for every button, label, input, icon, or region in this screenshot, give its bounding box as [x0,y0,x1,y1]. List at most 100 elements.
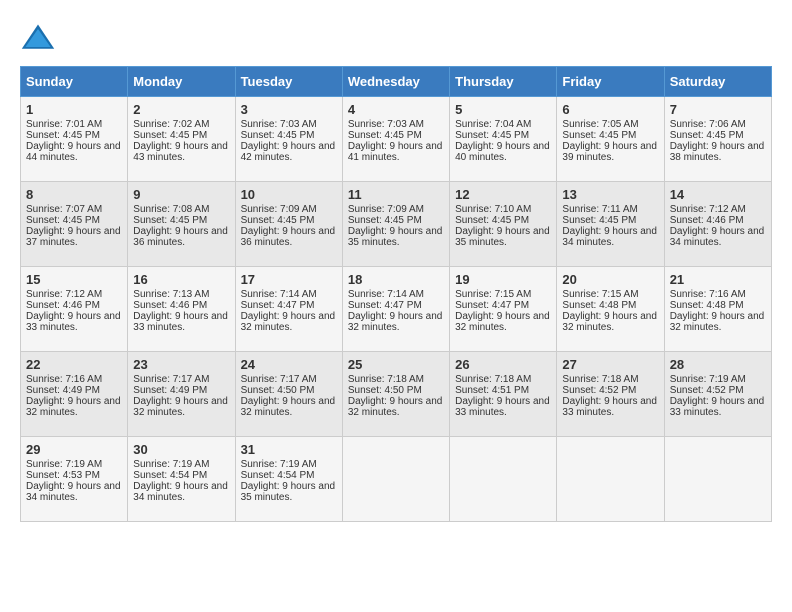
sunrise-text: Sunrise: 7:10 AM [455,204,551,215]
week-row-1: 1Sunrise: 7:01 AMSunset: 4:45 PMDaylight… [21,97,772,182]
week-row-5: 29Sunrise: 7:19 AMSunset: 4:53 PMDayligh… [21,437,772,522]
calendar-cell: 3Sunrise: 7:03 AMSunset: 4:45 PMDaylight… [235,97,342,182]
sunset-text: Sunset: 4:48 PM [670,300,766,311]
calendar-cell: 16 Sunrise: 7:13 AMSunset: 4:46 PMDayligh… [128,267,235,352]
sunrise-text: Sunrise: 7:06 AM [670,119,766,130]
sunset-text: Sunset: 4:45 PM [26,130,122,141]
calendar-cell: 19Sunrise: 7:15 AMSunset: 4:47 PMDayligh… [450,267,557,352]
calendar-table: SundayMondayTuesdayWednesdayThursdayFrid… [20,66,772,522]
day-number: 1 [26,102,122,117]
sunrise-text: Sunrise: 7:18 AM [348,374,444,385]
sunrise-text: Sunrise: 7:05 AM [562,119,658,130]
calendar-cell: 5Sunrise: 7:04 AMSunset: 4:45 PMDaylight… [450,97,557,182]
week-row-4: 22Sunrise: 7:16 AMSunset: 4:49 PMDayligh… [21,352,772,437]
sunset-text: Sunset: 4:45 PM [348,130,444,141]
sunset-text: Sunset: 4:51 PM [455,385,551,396]
daylight-text: Daylight: 9 hours and 36 minutes. [241,226,337,248]
day-number: 19 [455,272,551,287]
sunset-text: Sunset: 4:46 PM [670,215,766,226]
daylight-text: Daylight: 9 hours and 32 minutes. [670,311,766,333]
sunset-text: Sunset: 4:47 PM [241,300,337,311]
sunset-text: Sunset: 4:47 PM [455,300,551,311]
sunset-text: Sunset: 4:45 PM [455,130,551,141]
calendar-cell: 14Sunrise: 7:12 AMSunset: 4:46 PMDayligh… [664,182,771,267]
header-day-wednesday: Wednesday [342,67,449,97]
sunrise-text: Sunrise: 7:13 AM [133,289,229,300]
calendar-cell: 28Sunrise: 7:19 AMSunset: 4:52 PMDayligh… [664,352,771,437]
day-number: 2 [133,102,229,117]
day-number: 28 [670,357,766,372]
sunrise-text: Sunrise: 7:04 AM [455,119,551,130]
calendar-cell [557,437,664,522]
sunrise-text: Sunrise: 7:02 AM [133,119,229,130]
daylight-text: Daylight: 9 hours and 41 minutes. [348,141,444,163]
sunrise-text: Sunrise: 7:03 AM [348,119,444,130]
day-number: 24 [241,357,337,372]
daylight-text: Daylight: 9 hours and 33 minutes. [133,311,229,333]
sunrise-text: Sunrise: 7:15 AM [562,289,658,300]
sunset-text: Sunset: 4:47 PM [348,300,444,311]
calendar-cell: 13Sunrise: 7:11 AMSunset: 4:45 PMDayligh… [557,182,664,267]
sunset-text: Sunset: 4:54 PM [133,470,229,481]
sunrise-text: Sunrise: 7:09 AM [241,204,337,215]
day-number: 12 [455,187,551,202]
calendar-cell: 24Sunrise: 7:17 AMSunset: 4:50 PMDayligh… [235,352,342,437]
day-number: 4 [348,102,444,117]
sunrise-text: Sunrise: 7:08 AM [133,204,229,215]
logo-icon [20,20,56,56]
day-number: 17 [241,272,337,287]
day-number: 21 [670,272,766,287]
sunrise-text: Sunrise: 7:19 AM [670,374,766,385]
sunset-text: Sunset: 4:52 PM [562,385,658,396]
sunrise-text: Sunrise: 7:14 AM [348,289,444,300]
day-number: 18 [348,272,444,287]
day-number: 25 [348,357,444,372]
logo [20,20,62,56]
day-number: 15 [26,272,122,287]
daylight-text: Daylight: 9 hours and 32 minutes. [241,396,337,418]
day-number: 14 [670,187,766,202]
sunrise-text: Sunrise: 7:12 AM [670,204,766,215]
day-number: 11 [348,187,444,202]
daylight-text: Daylight: 9 hours and 42 minutes. [241,141,337,163]
sunrise-text: Sunrise: 7:09 AM [348,204,444,215]
sunset-text: Sunset: 4:53 PM [26,470,122,481]
daylight-text: Daylight: 9 hours and 33 minutes. [562,396,658,418]
daylight-text: Daylight: 9 hours and 32 minutes. [455,311,551,333]
daylight-text: Daylight: 9 hours and 43 minutes. [133,141,229,163]
calendar-cell: 17 Sunrise: 7:14 AMSunset: 4:47 PMDayligh… [235,267,342,352]
daylight-text: Daylight: 9 hours and 32 minutes. [241,311,337,333]
daylight-text: Daylight: 9 hours and 34 minutes. [26,481,122,503]
sunrise-text: Sunrise: 7:03 AM [241,119,337,130]
daylight-text: Daylight: 9 hours and 37 minutes. [26,226,122,248]
daylight-text: Daylight: 9 hours and 34 minutes. [562,226,658,248]
sunset-text: Sunset: 4:52 PM [670,385,766,396]
sunrise-text: Sunrise: 7:11 AM [562,204,658,215]
sunset-text: Sunset: 4:50 PM [241,385,337,396]
header-day-monday: Monday [128,67,235,97]
calendar-cell: 11Sunrise: 7:09 AMSunset: 4:45 PMDayligh… [342,182,449,267]
sunrise-text: Sunrise: 7:14 AM [241,289,337,300]
calendar-cell: 10Sunrise: 7:09 AMSunset: 4:45 PMDayligh… [235,182,342,267]
header-day-thursday: Thursday [450,67,557,97]
day-number: 8 [26,187,122,202]
sunrise-text: Sunrise: 7:07 AM [26,204,122,215]
header-day-friday: Friday [557,67,664,97]
day-number: 5 [455,102,551,117]
sunrise-text: Sunrise: 7:19 AM [241,459,337,470]
sunset-text: Sunset: 4:45 PM [26,215,122,226]
header-day-saturday: Saturday [664,67,771,97]
day-number: 9 [133,187,229,202]
day-number: 6 [562,102,658,117]
day-number: 22 [26,357,122,372]
day-number: 31 [241,442,337,457]
sunset-text: Sunset: 4:46 PM [133,300,229,311]
daylight-text: Daylight: 9 hours and 38 minutes. [670,141,766,163]
week-row-3: 15Sunrise: 7:12 AMSunset: 4:46 PMDayligh… [21,267,772,352]
calendar-cell: 29Sunrise: 7:19 AMSunset: 4:53 PMDayligh… [21,437,128,522]
day-number: 16 [133,272,229,287]
sunset-text: Sunset: 4:46 PM [26,300,122,311]
day-number: 13 [562,187,658,202]
sunset-text: Sunset: 4:45 PM [455,215,551,226]
sunrise-text: Sunrise: 7:19 AM [133,459,229,470]
